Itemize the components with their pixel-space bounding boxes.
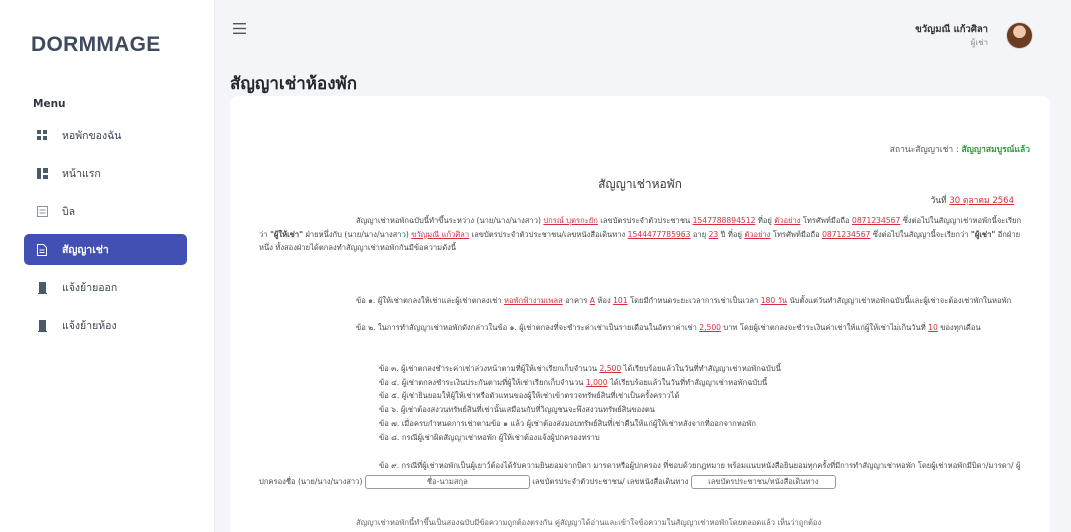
menu-title: Menu: [33, 98, 66, 110]
text: นับตั้งแต่วันทำสัญญาเช่าหอพักฉบับนี้และผ…: [787, 296, 1012, 305]
date-prefix: วันที่: [930, 196, 950, 206]
room-number: 101: [613, 296, 628, 305]
text: ข้อ ๑. ผู้ให้เช่าตกลงให้เช่าและผู้เช่าตก…: [356, 296, 505, 305]
contract-intro-paragraph: สัญญาเช่าหอพักฉบับนี้ทำขึ้นระหว่าง (นาย/…: [259, 214, 1029, 255]
date-value: 30 ตุลาคม 2564: [949, 196, 1014, 206]
sidebar-nav: หอพักของฉัน หน้าแรก บิล สัญญาเช่า แจ้งย้…: [24, 120, 215, 348]
sidebar-item-bill[interactable]: บิล: [24, 196, 215, 227]
text: ฝ่ายหนึ่งกับ (นาย/นาง/นางสาว): [303, 229, 412, 239]
text: เลขบัตรประจำตัวประชาชน/ เลขหนังสือเดินทา…: [532, 477, 691, 486]
tenant-term: "ผู้เช่า": [970, 229, 996, 239]
sidebar-item-label: สัญญาเช่า: [62, 244, 109, 256]
clause-6: ข้อ ๖. ผู้เช่าต้องสงวนทรัพย์สินที่เช่านั…: [379, 405, 655, 415]
tenant-id: 1544477785963: [627, 229, 691, 239]
text: สัญญาเช่าหอพักฉบับนี้ทำขึ้นระหว่าง (นาย/…: [356, 216, 544, 225]
tenant-name: ขวัญมณี แก้วศิลา: [411, 229, 470, 239]
landlord-term: "ผู้ให้เช่า": [269, 229, 304, 239]
text: ได้เรียบร้อยแล้วในวันที่ทำสัญญาเช่าหอพัก…: [621, 364, 781, 373]
rental-duration: 180 วัน: [760, 296, 788, 305]
document-title: สัญญาเช่าหอพัก: [598, 177, 682, 191]
contract-status: สถานะสัญญาเช่า : สัญญาสมบูรณ์แล้ว: [890, 142, 1030, 156]
text: ข้อ ๒. ในการทำสัญญาเช่าหอพักดังกล่าวในข้…: [356, 323, 700, 332]
sidebar-item-label: แจ้งย้ายห้อง: [62, 320, 117, 332]
clause-8: ข้อ ๘. กรณีผู้เช่าผิดสัญญาเช่าหอพัก ผู้ใ…: [379, 432, 600, 442]
sidebar-item-home[interactable]: หน้าแรก: [24, 158, 215, 189]
text: ห้อง: [594, 296, 614, 305]
sidebar-item-contract[interactable]: สัญญาเช่า: [24, 234, 187, 265]
sidebar-item-label: หน้าแรก: [62, 168, 101, 180]
hamburger-menu-icon[interactable]: [233, 23, 246, 37]
sidebar-item-label: บิล: [62, 206, 76, 218]
building-icon: [36, 281, 48, 294]
document-icon: [36, 243, 48, 256]
building-icon: [36, 319, 48, 332]
advance-payment: 2,500: [599, 364, 622, 373]
text: โดยมีกำหนดระยะเวลาการเช่าเป็นเวลา: [627, 296, 761, 305]
clause-7: ข้อ ๗. เมื่อครบกำหนดการเช่าตามข้อ ๑ แล้ว…: [379, 418, 756, 428]
text: อายุ: [690, 229, 709, 239]
text: ของทุกเดือน: [937, 323, 981, 332]
clause-list: ข้อ ๓. ผู้เช่าตกลงชำระค่าเช่าล่วงหน้าตาม…: [259, 362, 1029, 444]
guardian-id-input[interactable]: เลขบัตรประชาชน/หนังสือเดินทาง: [690, 475, 836, 489]
tenant-phone: 0871234567: [822, 229, 871, 239]
text: เลขบัตรประจำตัวประชาชน/เลขหนังสือเดินทาง: [469, 229, 628, 239]
dashboard-icon: [36, 168, 48, 180]
tenant-address: ตัวอย่าง: [744, 229, 771, 239]
clause-1: ข้อ ๑. ผู้ให้เช่าตกลงให้เช่าและผู้เช่าตก…: [259, 294, 1029, 308]
text: โทรศัพท์มือถือ: [770, 229, 823, 239]
security-deposit: 1,000: [585, 377, 608, 387]
clause-5: ข้อ ๕. ผู้เช่ายินยอมให้ผู้ให้เช่าหรือตัว…: [379, 391, 680, 401]
sidebar-item-my-dorm[interactable]: หอพักของฉัน: [24, 120, 215, 151]
avatar[interactable]: [1006, 22, 1033, 49]
contract-card: สถานะสัญญาเช่า : สัญญาสมบูรณ์แล้ว สัญญาเ…: [230, 96, 1050, 532]
text: เลขบัตรประจำตัวประชาชน: [597, 216, 693, 225]
page-title: สัญญาเช่าห้องพัก: [230, 74, 358, 94]
text: ข้อ ๔. ผู้เช่าตกลงชำระเงินประกันตามที่ผู…: [379, 377, 586, 387]
landlord-address: ตัวอย่าง: [774, 216, 801, 225]
clause-2: ข้อ ๒. ในการทำสัญญาเช่าหอพักดังกล่าวในข้…: [259, 321, 1029, 335]
text: ซึ่งต่อไปในสัญญานี้จะเรียกว่า: [870, 229, 971, 239]
text: บาท โดยผู้เช่าตกลงจะชำระเงินค่าเช่าให้แก…: [721, 323, 929, 332]
text: ปี ที่อยู่: [718, 229, 745, 239]
sidebar-item-label: หอพักของฉัน: [62, 130, 122, 142]
clause-9: ข้อ ๙. กรณีที่ผู้เช่าหอพักเป็นผู้เยาว์ต้…: [259, 458, 1029, 490]
user-role: ผู้เช่า: [970, 38, 988, 47]
sidebar-item-label: แจ้งย้ายออก: [62, 282, 118, 294]
landlord-phone: 0871234567: [852, 216, 901, 225]
tenant-age: 23: [708, 229, 719, 239]
monthly-rent: 2,500: [699, 323, 722, 332]
text: อาคาร: [562, 296, 590, 305]
clause-3: ข้อ ๓. ผู้เช่าตกลงชำระค่าเช่าล่วงหน้าตาม…: [259, 362, 1029, 376]
contract-date: วันที่ 30 ตุลาคม 2564: [930, 193, 1014, 207]
status-label: สถานะสัญญาเช่า :: [889, 145, 962, 155]
due-day: 10: [928, 323, 938, 332]
guardian-name-input[interactable]: ชื่อ-นามสกุล: [364, 475, 530, 489]
status-badge: สัญญาสมบูรณ์แล้ว: [961, 145, 1030, 155]
landlord-id: 1547788894512: [692, 216, 756, 225]
sidebar-item-move-out[interactable]: แจ้งย้ายออก: [24, 272, 215, 303]
text: ได้เรียบร้อยแล้วในวันที่ทำสัญญาเช่าหอพัก…: [607, 377, 768, 387]
sidebar: DORMMAGE Menu หอพักของฉัน หน้าแรก บิล สั…: [0, 0, 215, 532]
bill-icon: [36, 206, 48, 218]
dorm-name: หอพักฟ้างามเพลส: [504, 296, 563, 305]
user-name[interactable]: ขวัญมณี แก้วศิลา: [915, 22, 988, 37]
contract-closing-paragraph: สัญญาเช่าหอพักนี้ทำขึ้นเป็นสองฉบับมีข้อค…: [356, 518, 822, 527]
grid-icon: [36, 130, 48, 142]
text: ที่อยู่: [755, 216, 775, 225]
sidebar-item-move-room[interactable]: แจ้งย้ายห้อง: [24, 310, 215, 341]
clause-4: ข้อ ๔. ผู้เช่าตกลงชำระเงินประกันตามที่ผู…: [259, 376, 1029, 390]
text: โทรศัพท์มือถือ: [800, 216, 852, 225]
text: ข้อ ๓. ผู้เช่าตกลงชำระค่าเช่าล่วงหน้าตาม…: [379, 364, 600, 373]
top-header: ขวัญมณี แก้วศิลา ผู้เช่า: [215, 0, 1071, 58]
app-logo[interactable]: DORMMAGE: [31, 33, 161, 57]
landlord-name: ปกรณ์ บุตรกะยัก: [543, 216, 598, 225]
